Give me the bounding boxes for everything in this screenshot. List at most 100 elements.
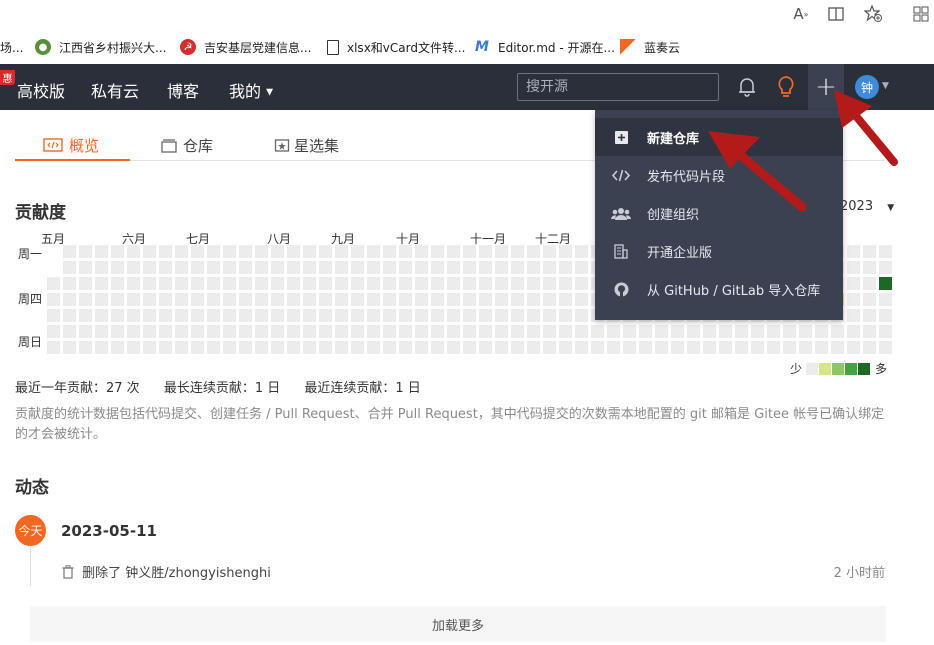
contribution-cell xyxy=(447,293,460,306)
bookmark-label: xlsx和vCard文件转... xyxy=(347,40,466,55)
contribution-cell xyxy=(383,245,396,258)
menu-item-import-repo[interactable]: 从 GitHub / GitLab 导入仓库 xyxy=(595,270,843,308)
menu-item-enterprise[interactable]: 开通企业版 xyxy=(595,232,843,270)
contribution-cell xyxy=(239,325,252,338)
contribution-cell xyxy=(111,309,124,322)
contribution-cell xyxy=(495,325,508,338)
contribution-cell xyxy=(271,309,284,322)
bookmark-item[interactable]: 场... xyxy=(0,38,23,56)
contribution-cell xyxy=(431,293,444,306)
contribution-cell xyxy=(239,261,252,274)
nav-item-mine-label: 我的 xyxy=(229,82,262,101)
activity-entry-text[interactable]: 删除了 钟义胜/zhongyishenghi xyxy=(82,566,271,581)
contribution-cell xyxy=(79,309,92,322)
menu-item-label: 新建仓库 xyxy=(647,131,700,147)
bookmark-item[interactable]: M Editor.md - 开源在... xyxy=(474,38,615,56)
contribution-cell xyxy=(127,293,140,306)
contribution-cell xyxy=(79,341,92,354)
weekday-label: 周一 xyxy=(18,247,43,261)
contribution-cell xyxy=(271,245,284,258)
bookmark-label: Editor.md - 开源在... xyxy=(498,40,615,55)
contribution-cell xyxy=(735,341,748,354)
contribution-cell xyxy=(863,309,876,322)
contribution-cell xyxy=(95,341,108,354)
nav-item-blog[interactable]: 博客 xyxy=(167,78,199,102)
tab-star-collection[interactable]: 星选集 xyxy=(274,130,339,160)
contribution-cell xyxy=(671,341,684,354)
bookmark-item[interactable]: ● 江西省乡村振兴大... xyxy=(35,38,166,56)
contribution-cell xyxy=(191,277,204,290)
contribution-cell xyxy=(879,325,892,338)
contribution-cell xyxy=(319,245,332,258)
load-more-button[interactable]: 加载更多 xyxy=(30,606,886,642)
contribution-cell xyxy=(559,341,572,354)
contribution-cell xyxy=(223,325,236,338)
nav-item-mine[interactable]: 我的 ▼ xyxy=(229,78,273,102)
contribution-cell xyxy=(751,325,764,338)
nav-item-private-cloud[interactable]: 私有云 xyxy=(91,78,139,102)
contribution-cell xyxy=(863,277,876,290)
bookmark-label: 吉安基层党建信息... xyxy=(204,40,312,55)
bookmark-item[interactable]: 蓝奏云 xyxy=(620,38,680,56)
contribution-cell xyxy=(575,277,588,290)
contribution-cell xyxy=(319,325,332,338)
legend-less-label: 少 xyxy=(790,362,803,376)
building-icon xyxy=(595,243,647,259)
tab-repos[interactable]: 仓库 xyxy=(160,130,213,160)
contribution-cell xyxy=(591,341,604,354)
contribution-cell xyxy=(511,325,524,338)
contribution-cell xyxy=(303,277,316,290)
contribution-cell xyxy=(79,261,92,274)
contribution-cell xyxy=(447,261,460,274)
contribution-cell xyxy=(319,277,332,290)
read-aloud-icon[interactable]: A» xyxy=(790,3,812,25)
contribution-cell xyxy=(239,245,252,258)
contribution-cell xyxy=(415,261,428,274)
favorites-add-icon[interactable] xyxy=(862,3,884,25)
search-input[interactable] xyxy=(517,73,719,101)
contribution-cell xyxy=(351,245,364,258)
collections-icon[interactable] xyxy=(910,3,932,25)
contribution-cell xyxy=(511,245,524,258)
contribution-cell xyxy=(335,325,348,338)
bookmark-item[interactable]: ☭ 吉安基层党建信息... xyxy=(180,38,311,56)
contribution-cell xyxy=(815,325,828,338)
contribution-cell xyxy=(527,309,540,322)
contribution-cell xyxy=(159,293,172,306)
year-select[interactable]: 2023 ▼ xyxy=(840,199,894,214)
caret-down-icon: ▼ xyxy=(266,87,274,98)
bookmark-item[interactable]: xlsx和vCard文件转... xyxy=(327,38,465,56)
contribution-cell xyxy=(95,293,108,306)
contribution-cell xyxy=(271,277,284,290)
bell-icon[interactable] xyxy=(737,76,757,102)
tab-overview[interactable]: 概览 xyxy=(43,130,99,160)
lightbulb-icon[interactable] xyxy=(776,75,796,103)
timeline-line xyxy=(30,546,31,586)
activity-date: 2023-05-11 xyxy=(61,522,157,540)
contribution-cell xyxy=(447,245,460,258)
contribution-cell xyxy=(79,277,92,290)
nav-item-university[interactable]: 高校版 xyxy=(17,78,65,102)
contribution-cell xyxy=(831,325,844,338)
promo-badge[interactable]: 惠 xyxy=(0,70,15,85)
group-icon xyxy=(595,207,647,220)
contribution-cell xyxy=(863,325,876,338)
contribution-cell xyxy=(431,341,444,354)
stat-longest-streak: 最长连续贡献：1 日 xyxy=(163,381,281,396)
contribution-cell xyxy=(111,261,124,274)
contribution-cell xyxy=(271,325,284,338)
contribution-cell xyxy=(415,293,428,306)
contribution-cell xyxy=(495,309,508,322)
contribution-cell xyxy=(495,261,508,274)
contribution-cell xyxy=(143,293,156,306)
star-collection-icon xyxy=(274,139,290,152)
contribution-cell xyxy=(207,325,220,338)
contribution-cell xyxy=(191,309,204,322)
contribution-cell xyxy=(847,325,860,338)
repo-icon xyxy=(161,139,177,153)
contribution-cell xyxy=(415,325,428,338)
contribution-cell xyxy=(175,341,188,354)
split-screen-icon[interactable] xyxy=(825,3,847,25)
contribution-cell xyxy=(303,261,316,274)
contribution-cell xyxy=(447,277,460,290)
